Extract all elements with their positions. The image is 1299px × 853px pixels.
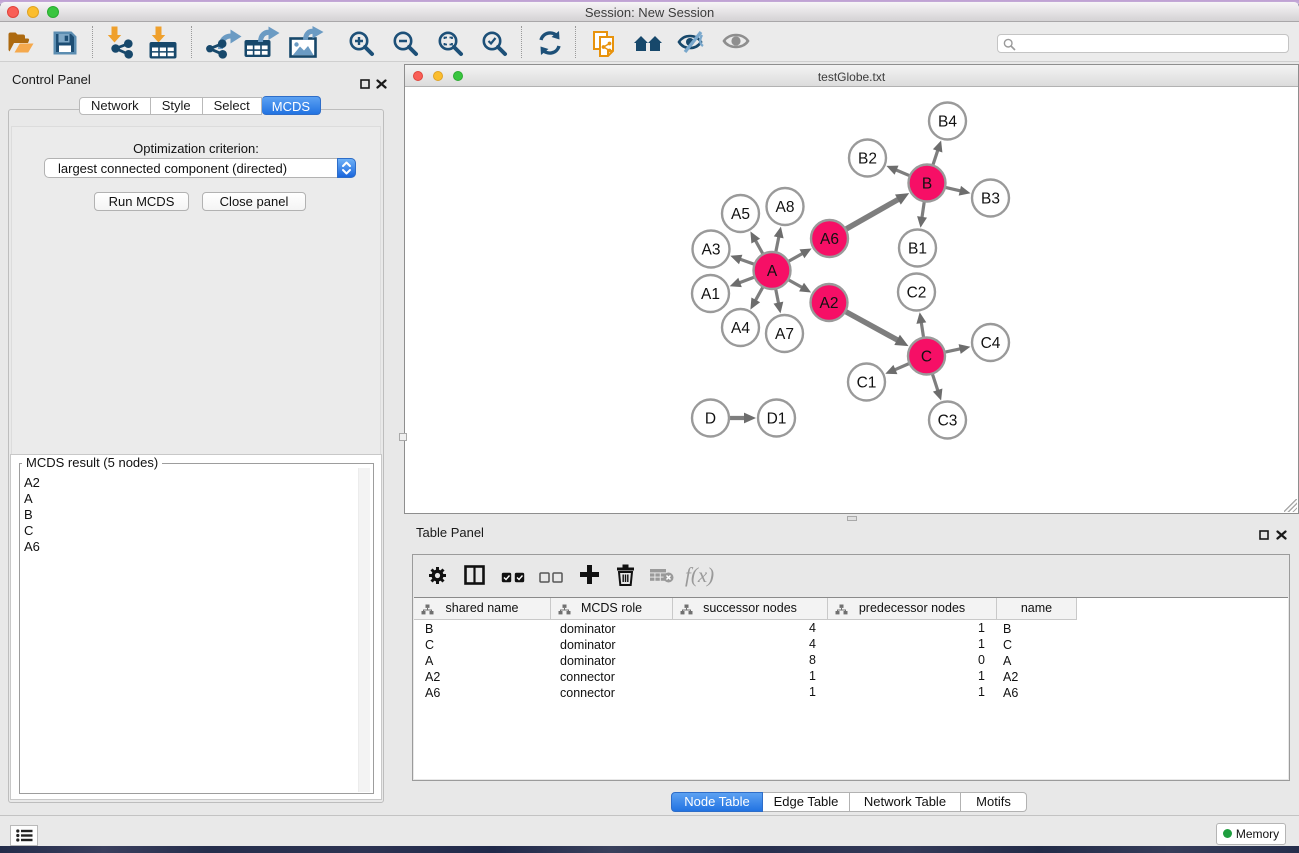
svg-text:A2: A2 xyxy=(820,295,839,312)
svg-text:D: D xyxy=(705,411,716,428)
svg-text:B4: B4 xyxy=(938,114,957,131)
svg-text:C2: C2 xyxy=(907,285,927,302)
svg-text:C3: C3 xyxy=(938,413,958,430)
svg-text:C1: C1 xyxy=(857,375,877,392)
svg-text:A8: A8 xyxy=(776,199,795,216)
svg-text:B1: B1 xyxy=(908,241,927,258)
svg-text:A6: A6 xyxy=(820,231,839,248)
svg-text:C4: C4 xyxy=(981,335,1001,352)
svg-text:B: B xyxy=(922,176,932,193)
svg-text:A4: A4 xyxy=(731,320,750,337)
svg-text:A3: A3 xyxy=(702,242,721,259)
svg-text:A5: A5 xyxy=(731,206,750,223)
svg-text:D1: D1 xyxy=(767,411,787,428)
svg-text:A7: A7 xyxy=(775,326,794,343)
svg-text:B3: B3 xyxy=(981,191,1000,208)
svg-text:A1: A1 xyxy=(701,286,720,303)
svg-text:C: C xyxy=(921,349,932,366)
svg-text:A: A xyxy=(767,263,778,280)
svg-text:B2: B2 xyxy=(858,151,877,168)
